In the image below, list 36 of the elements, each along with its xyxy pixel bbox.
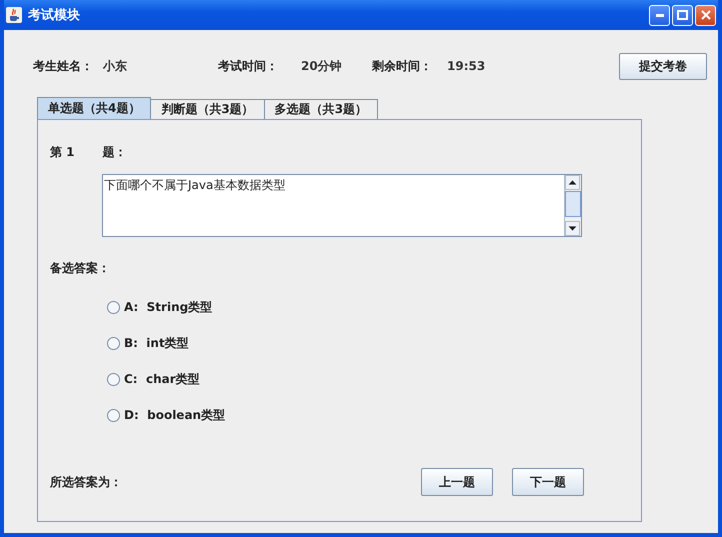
chosen-answer-label: 所选答案为： bbox=[50, 474, 122, 490]
time-label: 考试时间： bbox=[218, 58, 279, 74]
previous-button[interactable]: 上一题 bbox=[421, 468, 493, 496]
answers-label: 备选答案： bbox=[50, 261, 110, 275]
radio-button[interactable] bbox=[107, 373, 120, 386]
maximize-icon bbox=[677, 10, 688, 20]
question-label: 题： bbox=[102, 144, 127, 161]
submit-button[interactable]: 提交考卷 bbox=[619, 52, 707, 80]
scrollbar[interactable] bbox=[564, 175, 581, 236]
remain-label: 剩余时间： bbox=[372, 58, 433, 74]
next-button[interactable]: 下一题 bbox=[512, 468, 584, 496]
option-label[interactable]: C: char类型 bbox=[124, 371, 200, 388]
tab[interactable]: 单选题（共4题） bbox=[37, 97, 152, 119]
option-label[interactable]: D: boolean类型 bbox=[124, 407, 226, 424]
maximize-button[interactable] bbox=[672, 4, 693, 26]
radio-button[interactable] bbox=[107, 301, 120, 314]
minimize-button[interactable] bbox=[649, 4, 670, 26]
remain-value: 19:53 bbox=[447, 59, 486, 73]
question-number: 第 1 bbox=[50, 144, 75, 161]
time-value: 20分钟 bbox=[301, 58, 343, 74]
scroll-up-icon[interactable] bbox=[565, 175, 580, 190]
name-value: 小东 bbox=[103, 58, 128, 74]
minimize-icon bbox=[656, 14, 664, 16]
java-cup-icon bbox=[6, 7, 22, 23]
window-title: 考试模块 bbox=[28, 7, 80, 24]
option-label[interactable]: B: int类型 bbox=[124, 335, 189, 352]
scroll-down-icon[interactable] bbox=[565, 221, 580, 236]
name-label: 考生姓名： bbox=[33, 58, 94, 74]
radio-button[interactable] bbox=[107, 409, 120, 422]
close-button[interactable] bbox=[695, 4, 716, 26]
option-label[interactable]: A: String类型 bbox=[124, 299, 212, 316]
tab[interactable]: 多选题（共3题） bbox=[264, 99, 378, 119]
question-text: 下面哪个不属于Java基本数据类型 bbox=[103, 177, 286, 194]
close-icon bbox=[700, 10, 710, 20]
question-text-area[interactable]: 下面哪个不属于Java基本数据类型 bbox=[102, 174, 582, 237]
radio-button[interactable] bbox=[107, 337, 120, 350]
